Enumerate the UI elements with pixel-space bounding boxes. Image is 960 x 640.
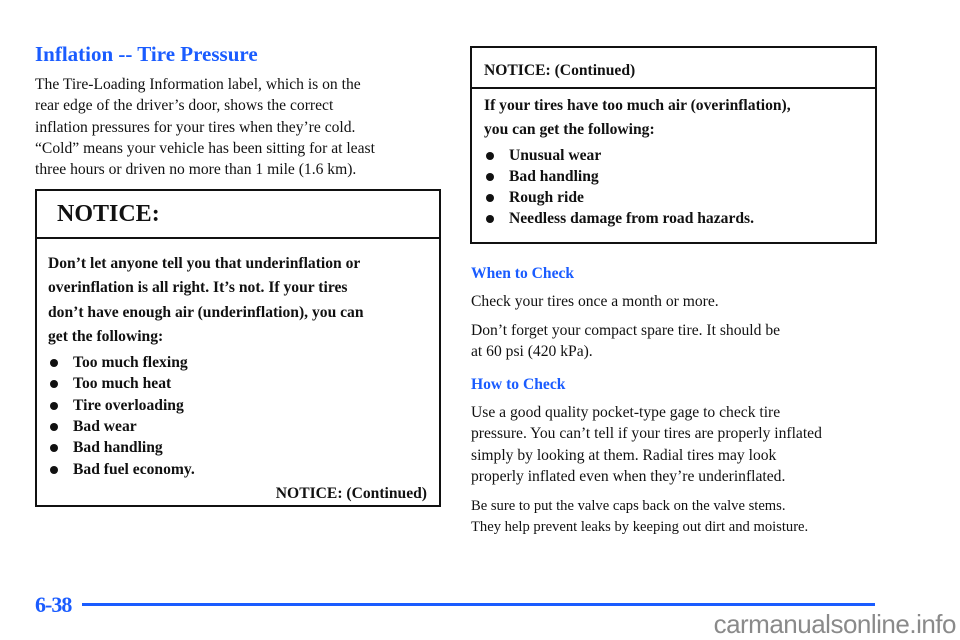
list-item-text: Bad handling [509, 167, 599, 185]
notice-text: Don’t let anyone tell you that underinfl… [48, 252, 439, 349]
list-item-text: Tire overloading [73, 396, 184, 414]
text-line: They help prevent leaks by keeping out d… [471, 518, 809, 535]
list-item: Bad handling [484, 166, 875, 187]
list-item: Too much flexing [48, 352, 439, 373]
text-line: pressure. You can’t tell if your tires a… [471, 425, 822, 443]
section-title: Inflation -- Tire Pressure [35, 42, 258, 66]
bullet-icon [50, 401, 58, 410]
list-item: Too much heat [48, 373, 439, 394]
list-item: Unusual wear [484, 145, 875, 166]
list-item-text: Needless damage from road hazards. [509, 210, 755, 228]
intro-paragraph: The Tire-Loading Information label, whic… [35, 74, 375, 180]
bullet-list: Unusual wear Bad handling Rough ride Nee… [484, 145, 875, 230]
notice-header: NOTICE: [37, 191, 439, 239]
how-to-check-paragraph: Use a good quality pocket-type gage to c… [471, 402, 822, 487]
bullet-icon [50, 359, 58, 368]
list-item-text: Too much heat [73, 375, 172, 393]
bullet-icon [486, 172, 494, 181]
bullet-icon [50, 423, 58, 432]
bullet-icon [50, 380, 58, 389]
list-item: Rough ride [484, 187, 875, 208]
text-line: Check your tires once a month or more. [471, 293, 719, 310]
bullet-icon [50, 444, 58, 453]
notice-box: NOTICE: Don’t let anyone tell you that u… [35, 189, 441, 507]
text-line: Use a good quality pocket-type gage to c… [471, 404, 781, 421]
list-item-text: Bad handling [73, 439, 163, 457]
list-item: Tire overloading [48, 395, 439, 416]
list-item: Needless damage from road hazards. [484, 208, 875, 229]
text-line: Be sure to put the valve caps back on th… [471, 498, 786, 514]
text-line: If your tires have too much air (overinf… [484, 97, 791, 114]
text-line: simply by looking at them. Radial tires … [471, 446, 777, 464]
bullet-icon [486, 194, 494, 203]
notice-text: If your tires have too much air (overinf… [484, 94, 875, 143]
text-line: inflation pressures for your tires when … [35, 118, 356, 136]
when-to-check-paragraph: Check your tires once a month or more. [471, 291, 719, 312]
list-item: Bad handling [48, 437, 439, 458]
text-line: at 60 psi (420 kPa). [471, 343, 593, 361]
text-line: three hours or driven no more than 1 mil… [35, 161, 357, 179]
when-to-check-heading: When to Check [471, 265, 575, 282]
text-line: get the following: [48, 327, 164, 345]
text-line: “Cold” means your vehicle has been sitti… [35, 139, 375, 157]
bullet-icon [486, 215, 494, 224]
footer-divider [82, 603, 875, 606]
how-to-check-heading: How to Check [471, 376, 566, 393]
text-line: you can get the following: [484, 121, 655, 139]
notice-body: Don’t let anyone tell you that underinfl… [37, 239, 439, 505]
valve-caps-paragraph: Be sure to put the valve caps back on th… [471, 496, 808, 537]
list-item: Bad fuel economy. [48, 459, 439, 480]
text-line: properly inflated even when they’re unde… [471, 467, 786, 485]
text-line: The Tire-Loading Information label, whic… [35, 76, 361, 93]
spare-tire-paragraph: Don’t forget your compact spare tire. It… [471, 320, 780, 363]
text-line: Don’t let anyone tell you that underinfl… [48, 255, 361, 272]
list-item-text: Bad fuel economy. [73, 460, 195, 478]
bullet-list: Too much flexing Too much heat Tire over… [48, 352, 439, 480]
bullet-icon [486, 151, 494, 160]
list-item-text: Too much flexing [73, 354, 188, 372]
notice-continued-label: NOTICE: (Continued) [275, 484, 427, 502]
notice-header: NOTICE: (Continued) [472, 48, 875, 89]
text-line: rear edge of the driver’s door, shows th… [35, 97, 334, 115]
text-line: Don’t forget your compact spare tire. It… [471, 322, 781, 339]
watermark: carmanualsonline.info [713, 609, 957, 639]
list-item-text: Rough ride [509, 189, 584, 207]
text-line: overinflation is all right. It’s not. If… [48, 279, 348, 297]
notice-body: If your tires have too much air (overinf… [472, 89, 875, 230]
page-number: 6-38 [35, 592, 72, 617]
list-item-text: Unusual wear [509, 146, 602, 164]
list-item-text: Bad wear [73, 418, 137, 436]
bullet-icon [50, 465, 58, 474]
list-item: Bad wear [48, 416, 439, 437]
notice-continued-box: NOTICE: (Continued) If your tires have t… [470, 46, 877, 244]
text-line: don’t have enough air (underinflation), … [48, 303, 364, 321]
